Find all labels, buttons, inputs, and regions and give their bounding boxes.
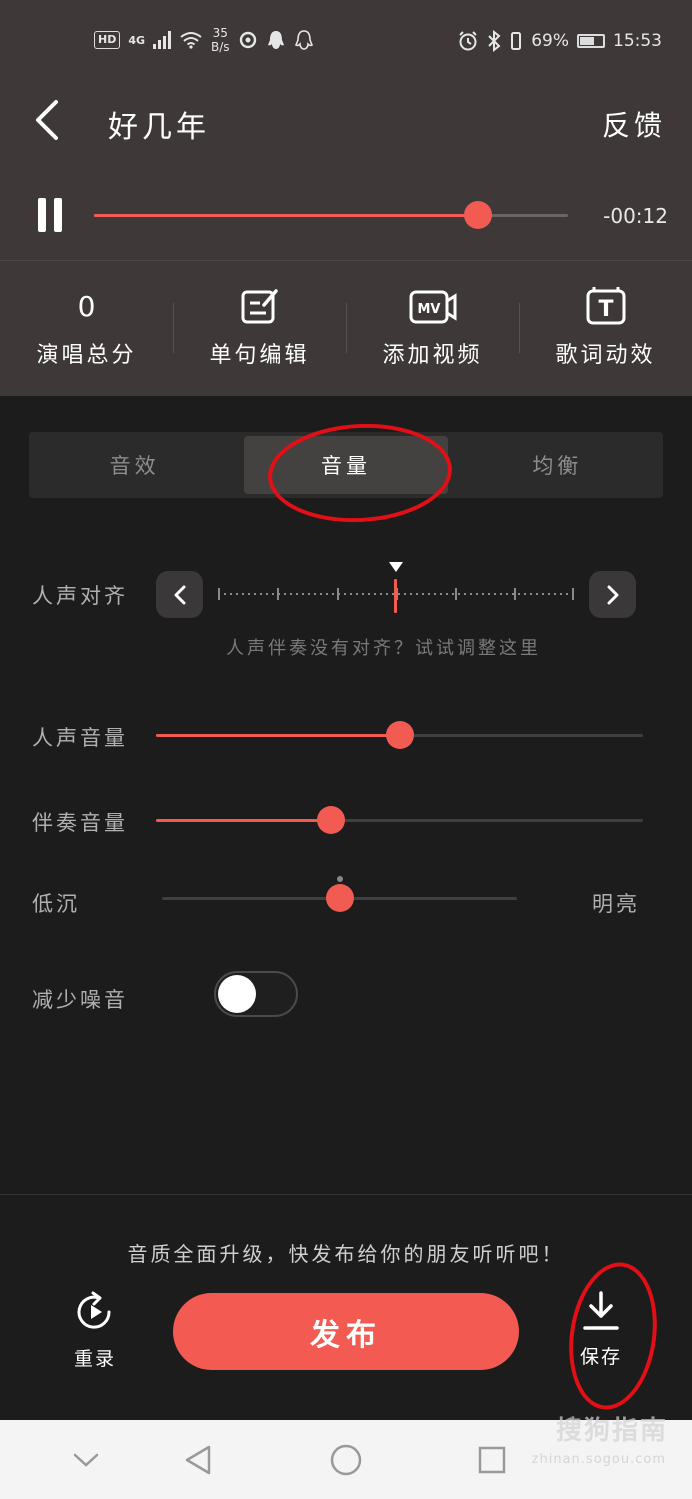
signal-icon <box>153 31 172 49</box>
align-left-button[interactable] <box>156 571 203 618</box>
player: -00:12 <box>0 188 692 248</box>
slider-fill <box>156 819 332 822</box>
watermark-url: zhinan.sogou.com <box>531 1452 666 1467</box>
net-speed: 35 B/s <box>211 26 230 54</box>
align-marker[interactable] <box>394 579 397 613</box>
score-value: 0 <box>77 290 96 323</box>
tool-lyric-effect[interactable]: T 歌词动效 <box>519 261 692 396</box>
status-right: 69% 15:53 <box>457 30 662 52</box>
wifi-icon <box>180 32 202 49</box>
tone-slider[interactable] <box>162 876 517 912</box>
battery-icon <box>577 34 605 48</box>
lyric-text-icon: T <box>585 287 627 327</box>
slider-thumb[interactable] <box>325 884 354 912</box>
pause-button[interactable] <box>36 198 66 234</box>
status-left: HD 4G 35 B/s <box>94 26 314 54</box>
slider-thumb[interactable] <box>385 721 414 749</box>
tool-line-edit[interactable]: 单句编辑 <box>173 261 346 396</box>
tone-high-label: 明亮 <box>592 892 640 916</box>
slider-thumb[interactable] <box>317 806 346 834</box>
accompaniment-volume-label: 伴奏音量 <box>32 811 128 835</box>
tab-equalizer[interactable]: 均衡 <box>456 436 659 494</box>
retry-button[interactable]: 重录 <box>60 1290 130 1380</box>
slider-fill <box>156 734 400 737</box>
back-button[interactable] <box>28 98 68 140</box>
qq-icon <box>267 31 284 49</box>
mv-icon: MV <box>409 287 457 327</box>
save-button[interactable]: 保存 <box>566 1290 636 1380</box>
song-title: 好几年 <box>108 110 210 145</box>
align-pointer-icon <box>389 562 403 572</box>
netease-icon <box>239 31 256 49</box>
chevron-left-icon <box>174 585 185 604</box>
clock: 15:53 <box>613 31 662 51</box>
bluetooth-icon <box>488 30 501 52</box>
remaining-time: -00:12 <box>603 204 668 228</box>
tools-row: 0 演唱总分 单句编辑 MV 添加视频 T 歌词动效 <box>0 261 692 396</box>
tone-low-label: 低沉 <box>32 892 80 916</box>
chevron-right-icon <box>607 585 618 604</box>
pause-icon <box>38 198 46 232</box>
svg-text:T: T <box>598 297 613 322</box>
tool-score[interactable]: 0 演唱总分 <box>0 261 173 396</box>
publish-button[interactable]: 发布 <box>173 1293 519 1370</box>
svg-text:MV: MV <box>417 302 440 317</box>
watermark: 搜狗指南 <box>555 1416 668 1446</box>
feedback-button[interactable]: 反馈 <box>602 104 666 144</box>
progress-thumb[interactable] <box>463 201 492 229</box>
vocal-align-control <box>156 562 636 618</box>
footer-divider <box>0 1194 692 1195</box>
download-icon <box>583 1291 619 1330</box>
tab-sound-effect[interactable]: 音效 <box>33 436 236 494</box>
vocal-align-label: 人声对齐 <box>32 584 128 608</box>
toggle-knob <box>218 975 256 1013</box>
tool-add-video[interactable]: MV 添加视频 <box>346 261 519 396</box>
nav-hide-button[interactable] <box>68 1442 104 1478</box>
edit-icon <box>240 287 280 327</box>
tool-label: 单句编辑 <box>209 343 310 368</box>
playback-progress[interactable] <box>94 201 568 229</box>
noise-reduction-toggle[interactable] <box>214 971 298 1017</box>
hd-badge: HD <box>94 31 121 49</box>
vocal-volume-label: 人声音量 <box>32 726 128 750</box>
progress-fill <box>94 214 478 217</box>
align-hint: 人声伴奏没有对齐？试试调整这里 <box>226 638 541 659</box>
alarm-icon <box>459 31 477 51</box>
battery-percent: 69% <box>531 31 569 51</box>
align-right-button[interactable] <box>589 571 636 618</box>
triangle-back-icon <box>185 1445 211 1475</box>
status-bar: HD 4G 35 B/s 69% 15:53 <box>0 0 692 88</box>
noise-reduction-label: 减少噪音 <box>32 988 128 1012</box>
back-arrow-icon <box>36 100 58 140</box>
promo-text: 音质全面升级，快发布给你的朋友听听吧！ <box>127 1242 565 1266</box>
top-panel: 好几年 反馈 -00:12 0 演唱总分 单句编辑 MV 添加视频 T 歌词动效 <box>0 88 692 396</box>
nav-home-button[interactable] <box>328 1442 364 1478</box>
tab-volume[interactable]: 音量 <box>244 436 448 494</box>
nav-recents-button[interactable] <box>474 1442 510 1478</box>
tool-label: 歌词动效 <box>555 343 656 368</box>
tool-label: 添加视频 <box>382 343 483 368</box>
square-recents-icon <box>478 1446 506 1474</box>
retry-icon <box>77 1291 111 1329</box>
qq-outline-icon <box>294 30 313 50</box>
nav-back-button[interactable] <box>180 1442 216 1478</box>
retry-label: 重录 <box>73 1348 116 1370</box>
save-label: 保存 <box>579 1346 622 1368</box>
tab-bar: 音效 音量 均衡 <box>29 432 663 498</box>
vibrate-icon <box>511 32 522 50</box>
network-type: 4G <box>128 33 146 47</box>
header: 好几年 反馈 <box>0 88 692 158</box>
tool-label: 演唱总分 <box>36 343 137 368</box>
chevron-down-icon <box>73 1453 99 1467</box>
accompaniment-volume-slider[interactable] <box>156 806 643 834</box>
tone-center-dot <box>336 876 343 882</box>
circle-home-icon <box>330 1444 362 1476</box>
vocal-volume-slider[interactable] <box>156 721 643 749</box>
